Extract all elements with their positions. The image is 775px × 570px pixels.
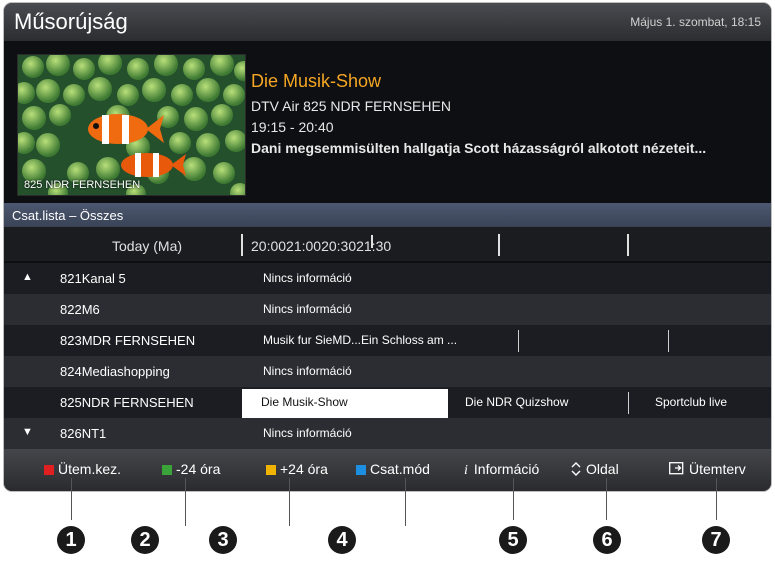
callout-line: [71, 478, 72, 520]
callout-line: [513, 478, 514, 520]
button-legend: Ütem.kez. -24 óra +24 óra Csat.mód i Info…: [4, 449, 771, 491]
legend-yellow-plus24[interactable]: +24 óra: [266, 461, 328, 477]
legend-red-schedule-manager[interactable]: Ütem.kez.: [44, 461, 121, 477]
scroll-up-icon[interactable]: ▲: [22, 271, 33, 283]
schedule-icon: [669, 462, 684, 475]
info-icon: i: [464, 463, 468, 478]
callout-badge-5: 5: [499, 526, 527, 554]
channel-row-826[interactable]: ▼ 826NT1 Nincs információ: [4, 418, 771, 449]
callout-line: [289, 478, 290, 526]
legend-page-label: Oldal: [586, 461, 619, 477]
legend-schedule[interactable]: Ütemterv: [669, 461, 746, 477]
callout-badge-3: 3: [209, 526, 237, 554]
timeline-tick: [498, 234, 500, 256]
title-bar: Műsorújság Május 1. szombat, 18:15: [4, 3, 771, 41]
program-cell[interactable]: Sportclub live: [655, 395, 727, 409]
callout-badge-1: 1: [57, 526, 85, 554]
legend-page[interactable]: Oldal: [571, 461, 619, 477]
callout-line: [716, 478, 717, 520]
channel-name: 825NDR FERNSEHEN: [60, 395, 194, 410]
timeline-tick: [627, 234, 629, 256]
green-key-icon: [162, 465, 172, 475]
channel-name: 823MDR FERNSEHEN: [60, 333, 196, 348]
channel-grid: ▲ 821Kanal 5 Nincs információ 822M6 Ninc…: [4, 263, 771, 449]
channel-row-824[interactable]: 824Mediashopping Nincs információ: [4, 356, 771, 387]
tv-guide-screen: Műsorújság Május 1. szombat, 18:15 825 N…: [4, 3, 771, 491]
cell-separator: [628, 392, 629, 414]
program-cell[interactable]: Musik fur SieMD...Ein Schloss am ...: [263, 333, 457, 347]
selected-program-cell[interactable]: Die Musik-Show: [242, 389, 448, 418]
legend-information[interactable]: i Információ: [464, 461, 539, 479]
legend-info-label: Információ: [473, 461, 540, 477]
scroll-down-icon[interactable]: ▼: [22, 426, 33, 438]
callout-badge-2: 2: [131, 526, 159, 554]
channel-name: 821Kanal 5: [60, 271, 126, 286]
channel-row-822[interactable]: 822M6 Nincs információ: [4, 294, 771, 325]
page-title: Műsorújság: [14, 9, 128, 34]
yellow-key-icon: [266, 465, 276, 475]
channel-row-823[interactable]: 823MDR FERNSEHEN Musik fur SieMD...Ein S…: [4, 325, 771, 356]
program-channel: DTV Air 825 NDR FERNSEHEN: [251, 98, 451, 114]
legend-blue-label: Csat.mód: [370, 461, 430, 477]
cell-separator: [518, 330, 519, 352]
timeline-tick: [241, 234, 243, 256]
legend-schedule-label: Ütemterv: [689, 461, 746, 477]
callout-line: [185, 478, 186, 526]
legend-red-label: Ütem.kez.: [58, 461, 122, 477]
program-title: Die Musik-Show: [251, 71, 382, 91]
timeline-day: Today (Ma): [112, 238, 183, 254]
program-cell[interactable]: Nincs információ: [263, 302, 352, 316]
channel-list-header: Csat.lista – Összes: [4, 203, 771, 227]
clownfish-image: [18, 55, 245, 195]
program-cell[interactable]: Nincs információ: [263, 364, 352, 378]
blue-key-icon: [356, 465, 366, 475]
selected-program-label: Die Musik-Show: [261, 395, 348, 409]
callout-badge-4: 4: [328, 526, 356, 554]
up-down-icon: [571, 462, 581, 476]
channel-name: 824Mediashopping: [60, 364, 170, 379]
channel-row-821[interactable]: ▲ 821Kanal 5 Nincs információ: [4, 263, 771, 294]
channel-name: 822M6: [60, 302, 100, 317]
legend-yellow-label: +24 óra: [280, 461, 328, 477]
program-cell[interactable]: Die NDR Quizshow: [465, 395, 568, 409]
preview-thumbnail: 825 NDR FERNSEHEN: [17, 54, 246, 196]
callout-line: [606, 478, 607, 520]
program-description: Dani megsemmisülten hallgatja Scott háza…: [251, 140, 707, 156]
program-time: 19:15 - 20:40: [251, 119, 334, 135]
timeline-bar: Today (Ma) 20:0021:0020:3021:30: [4, 227, 771, 261]
channel-name: 826NT1: [60, 426, 107, 441]
program-info: Die Musik-Show DTV Air 825 NDR FERNSEHEN…: [251, 71, 706, 161]
program-cell[interactable]: Nincs információ: [263, 426, 352, 440]
channel-list-title: Csat.lista – Összes: [12, 208, 124, 223]
program-cell[interactable]: Nincs információ: [263, 271, 352, 285]
cell-separator: [668, 330, 669, 352]
current-datetime: Május 1. szombat, 18:15: [630, 15, 761, 29]
red-key-icon: [44, 465, 54, 475]
legend-blue-channel-mode[interactable]: Csat.mód: [356, 461, 430, 477]
legend-green-minus24[interactable]: -24 óra: [162, 461, 220, 477]
channel-row-825[interactable]: 825NDR FERNSEHEN Die Musik-Show Die NDR …: [4, 387, 771, 418]
timeline-tick: [371, 235, 373, 248]
legend-green-label: -24 óra: [176, 461, 221, 477]
callout-line: [405, 478, 406, 526]
preview-channel-label: 825 NDR FERNSEHEN: [24, 179, 141, 191]
callout-badge-6: 6: [593, 526, 621, 554]
callout-badge-7: 7: [702, 526, 730, 554]
